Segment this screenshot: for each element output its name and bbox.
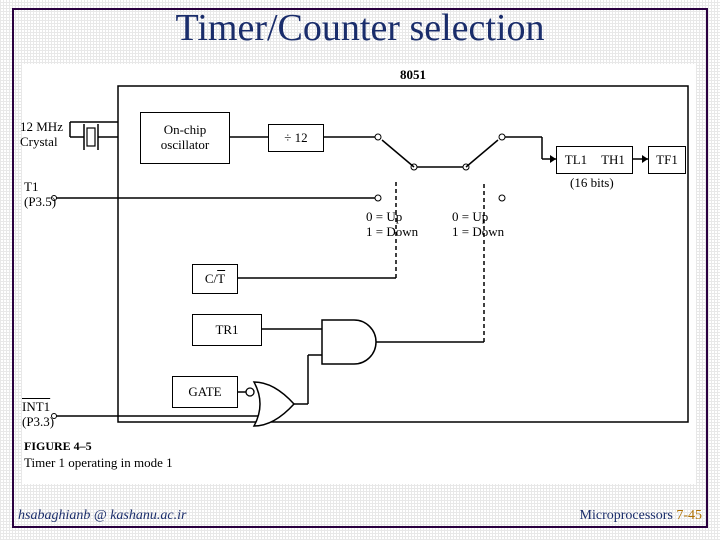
footer-page: Microprocessors 7-45 <box>580 508 702 524</box>
oscillator-block: On-chip oscillator <box>140 112 230 164</box>
chip-label: 8051 <box>400 68 426 83</box>
crystal-label: 12 MHz Crystal <box>20 120 63 150</box>
slide-title: Timer/Counter selection <box>0 6 720 50</box>
footer-course: Microprocessors <box>580 508 673 523</box>
switch2-legend: 0 = Up 1 = Down <box>452 210 504 240</box>
figure-caption: Timer 1 operating in mode 1 <box>24 456 173 471</box>
tf1-flag: TF1 <box>648 146 686 174</box>
footer-author: hsabaghianb @ kashanu.ac.ir <box>18 508 186 524</box>
gate-bit-block: GATE <box>172 376 238 408</box>
wiring <box>22 64 696 484</box>
footer-page-number: 7-45 <box>676 508 702 523</box>
switch1-legend: 0 = Up 1 = Down <box>366 210 418 240</box>
figure-area: 8051 12 MHz Crystal On-chip oscillator ÷… <box>22 64 696 484</box>
int1-pin-label: INT1(P3.3) <box>22 400 54 430</box>
tr1-bit-block: TR1 <box>192 314 262 346</box>
t1-pin-label: T1 (P3.5) <box>24 180 56 210</box>
divider-block: ÷ 12 <box>268 124 324 152</box>
ct-bit-block: C/T <box>192 264 238 294</box>
th1-register: TH1 <box>594 146 633 174</box>
bits-label: (16 bits) <box>570 176 614 191</box>
tl1-register: TL1 <box>556 146 596 174</box>
figure-number: FIGURE 4–5 <box>24 440 92 454</box>
